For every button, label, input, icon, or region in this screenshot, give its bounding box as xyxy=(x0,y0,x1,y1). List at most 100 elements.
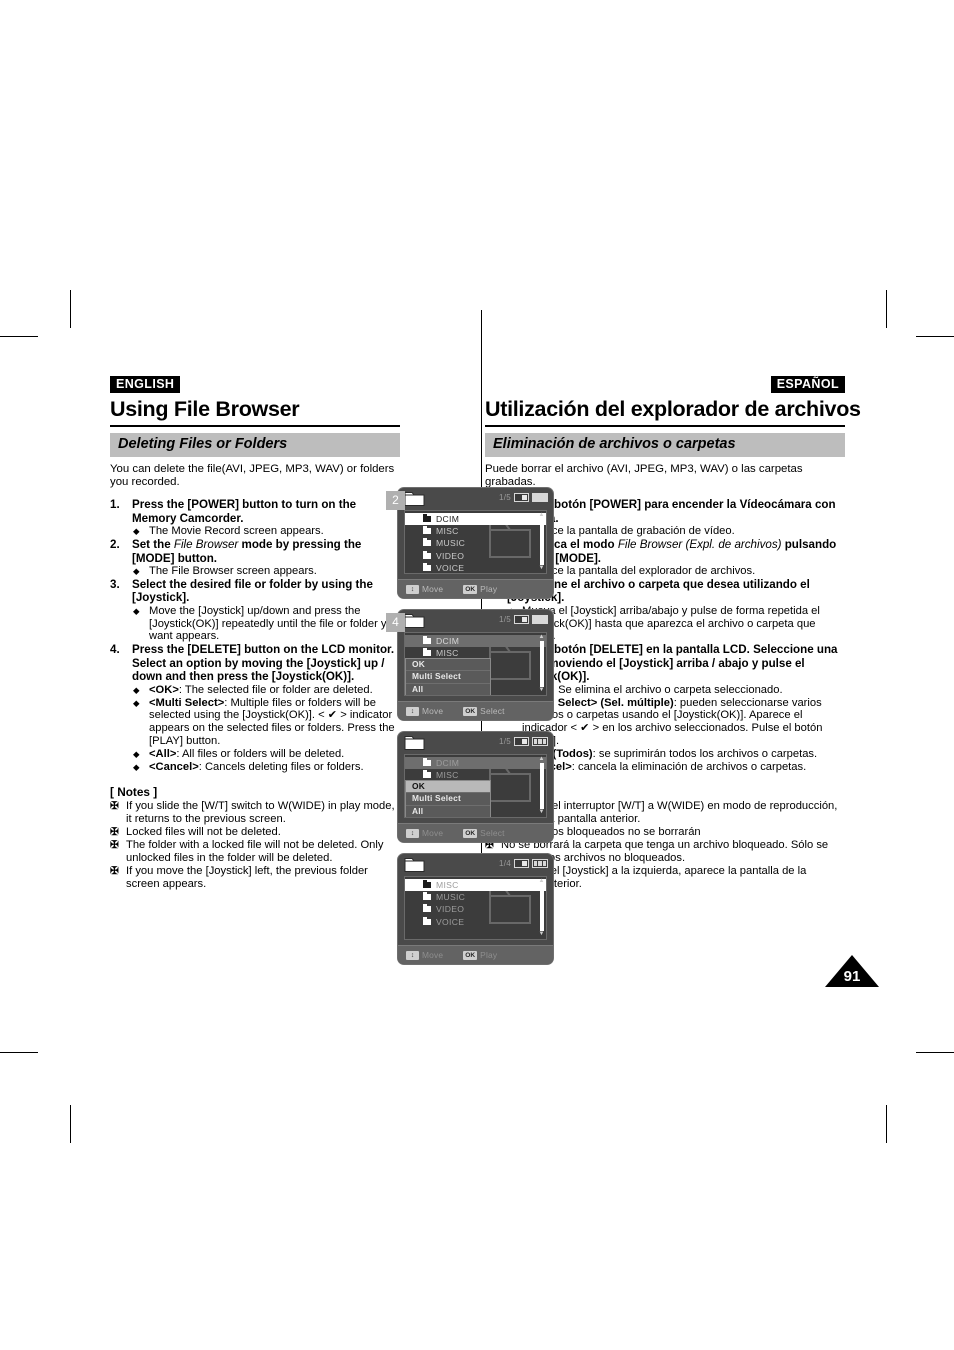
note-item: If you move the [Joystick] left, the pre… xyxy=(110,865,400,891)
folder-icon xyxy=(404,857,426,873)
menu-item-ok[interactable]: OK xyxy=(406,659,490,672)
file-list-item[interactable]: MISC xyxy=(405,525,546,537)
menu-item-multi-select[interactable]: Multi Select xyxy=(406,793,490,806)
folder-item-icon xyxy=(423,636,431,645)
file-list-item-label: MISC xyxy=(436,770,459,781)
file-list: DCIM MISC xyxy=(405,633,546,659)
delete-option-menu[interactable]: OKMulti SelectAllCancel xyxy=(405,780,491,817)
folder-icon xyxy=(404,735,426,751)
memory-card-icon xyxy=(514,859,529,868)
option-desc: : se suprimirán todos los archivos o car… xyxy=(592,748,818,761)
file-list-panel: DCIMMISC▲▼OKMulti SelectAllCancel xyxy=(404,632,547,696)
joystick-icon: ↕ xyxy=(406,706,419,716)
file-list-item-label: MISC xyxy=(436,880,459,891)
scroll-down-arrow[interactable]: ▼ xyxy=(539,931,545,937)
steps-list-english: 1. Press the [POWER] button to turn on t… xyxy=(110,498,400,774)
manual-page: ENGLISH Using File Browser Deleting File… xyxy=(110,310,861,985)
file-list-panel: DCIMMISC▲▼OKMulti SelectAllCancel xyxy=(404,754,547,818)
menu-item-all[interactable]: All xyxy=(406,683,490,695)
step-text: Select the desired file or folder by usi… xyxy=(132,577,373,605)
status-indicators: 1/5 xyxy=(499,615,548,624)
lcd-hint-bar: ↕ Move OK Play xyxy=(398,945,553,964)
step-badge: 2 xyxy=(386,491,405,510)
scrollbar[interactable]: ▲ ▼ xyxy=(539,512,545,571)
file-list-item-label: VIDEO xyxy=(436,904,465,915)
lcd-status-bar: 1/5 xyxy=(398,610,553,632)
lcd-screen: 1/5DCIMMISC▲▼OKMulti SelectAllCancel↕Mov… xyxy=(397,609,554,721)
hint-action-label: Play xyxy=(480,584,498,594)
file-list-item[interactable]: VOICE xyxy=(405,562,546,573)
subheading-spanish: Eliminación de archivos o carpetas xyxy=(485,433,845,457)
ok-button-icon: OK xyxy=(463,828,478,838)
file-list-item-label: DCIM xyxy=(436,514,460,525)
scroll-up-arrow[interactable]: ▲ xyxy=(539,878,545,884)
bullet-item: Move the [Joystick] up/down and press th… xyxy=(132,605,400,644)
hint-action: OK Select xyxy=(463,706,504,716)
folder-item-icon xyxy=(423,538,431,547)
scrollbar-thumb[interactable] xyxy=(539,519,544,565)
scroll-up-arrow[interactable]: ▲ xyxy=(539,512,545,518)
file-list-item[interactable]: MUSIC xyxy=(405,537,546,549)
scrollbar[interactable]: ▲ ▼ xyxy=(539,634,545,693)
folder-glyph xyxy=(404,858,425,872)
step-number: 1. xyxy=(110,498,120,512)
folder-item-icon xyxy=(423,892,431,901)
scroll-down-arrow[interactable]: ▼ xyxy=(539,809,545,815)
option-desc: : Cancels deleting files or folders. xyxy=(198,761,364,774)
note-item: The folder with a locked file will not b… xyxy=(110,839,400,865)
scrollbar-thumb[interactable] xyxy=(539,763,544,809)
page-indicator: 1/4 xyxy=(498,859,511,868)
file-list-item-label: DCIM xyxy=(436,758,460,769)
lcd-hint-bar: ↕ Move OK Play xyxy=(398,579,553,598)
crop-mark-left-edge-bottom xyxy=(0,1052,38,1053)
scroll-down-arrow[interactable]: ▼ xyxy=(539,687,545,693)
step-text: Press the [POWER] button to turn on the … xyxy=(132,498,357,525)
ok-button-icon: OK xyxy=(463,950,478,960)
bullet-item: The Movie Record screen appears. xyxy=(132,525,400,538)
scroll-up-arrow[interactable]: ▲ xyxy=(539,756,545,762)
folder-glyph xyxy=(404,614,425,628)
file-list-panel: DCIM MISC MUSIC VIDEO VOICE ▲ ▼ xyxy=(404,510,547,574)
step-badge: 4 xyxy=(386,613,405,632)
file-list-item[interactable]: VOICE xyxy=(405,916,546,928)
spanish-badge-row: ESPAÑOL xyxy=(485,375,845,394)
menu-item-multi-select[interactable]: Multi Select xyxy=(406,671,490,684)
scrollbar[interactable]: ▲ ▼ xyxy=(539,878,545,937)
lcd-hint-bar: ↕ Move OK Select xyxy=(398,823,553,842)
file-list-item[interactable]: DCIM xyxy=(405,635,546,648)
delete-option-menu[interactable]: OKMulti SelectAllCancel xyxy=(405,658,491,695)
folder-glyph xyxy=(404,736,425,750)
scroll-down-arrow[interactable]: ▼ xyxy=(539,565,545,571)
step-bullets: The File Browser screen appears. xyxy=(132,565,400,578)
file-list-item[interactable]: MISC xyxy=(405,879,546,892)
language-badge-english: ENGLISH xyxy=(110,376,181,393)
step-bullets: Move the [Joystick] up/down and press th… xyxy=(132,605,400,644)
step-text-italic: File Browser (Expl. de archivos) xyxy=(617,538,782,552)
folder-item-icon xyxy=(423,904,431,913)
joystick-icon: ↕ xyxy=(406,950,419,960)
scrollbar[interactable]: ▲ ▼ xyxy=(539,756,545,815)
hint-action: OK Select xyxy=(463,828,504,838)
memory-card-icon xyxy=(514,737,529,746)
title-rule-spanish xyxy=(485,425,845,427)
menu-item-ok[interactable]: OK xyxy=(406,781,490,794)
page-indicator: 1/5 xyxy=(498,493,511,502)
file-list-item-label: MUSIC xyxy=(436,892,466,903)
file-list-item[interactable]: VIDEO xyxy=(405,550,546,562)
folder-icon xyxy=(404,491,426,507)
scroll-up-arrow[interactable]: ▲ xyxy=(539,634,545,640)
page-number: 91 xyxy=(843,968,861,985)
scrollbar-thumb[interactable] xyxy=(539,885,544,931)
file-list-item[interactable]: MUSIC xyxy=(405,891,546,903)
file-list-item[interactable]: DCIM xyxy=(405,757,546,770)
menu-item-all[interactable]: All xyxy=(406,805,490,817)
scrollbar-thumb[interactable] xyxy=(539,641,544,687)
crop-mark-top-right xyxy=(886,290,887,328)
memory-card-icon xyxy=(514,615,529,624)
lcd-screen: 1/5 DCIM MISC MUSIC VIDEO VOICE ▲ ▼ ↕ Move OK Play xyxy=(397,487,554,599)
file-list-item[interactable]: DCIM xyxy=(405,513,546,526)
file-list-item[interactable]: VIDEO xyxy=(405,903,546,915)
option-desc: : Se elimina el archivo o carpeta selecc… xyxy=(551,683,783,696)
hint-move: ↕ Move xyxy=(406,706,443,716)
language-badge-spanish: ESPAÑOL xyxy=(770,376,845,393)
